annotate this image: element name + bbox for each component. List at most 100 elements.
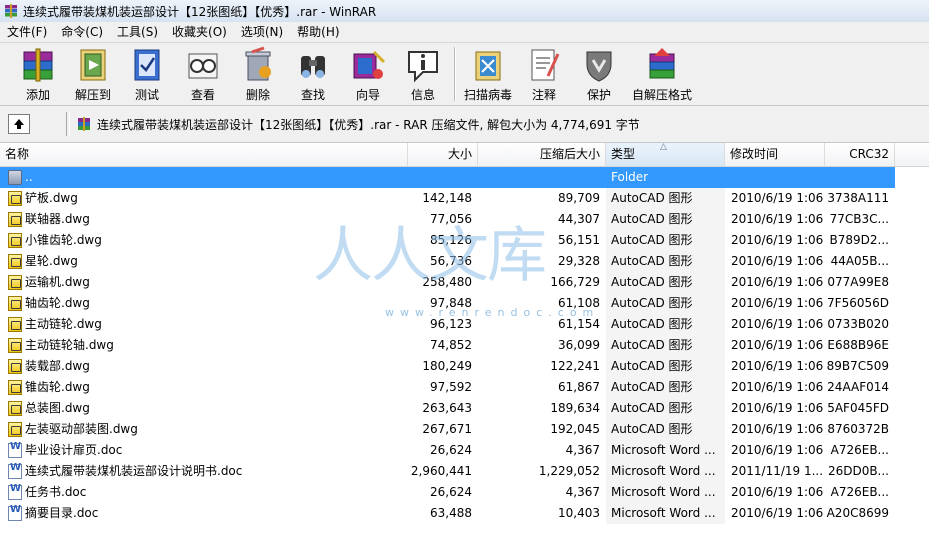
file-modified: 2010/6/19 1:06 bbox=[731, 485, 823, 499]
file-size: 142,148 bbox=[422, 191, 472, 205]
file-crc: 89B7C509 bbox=[826, 359, 889, 373]
menu-favorites[interactable]: 收藏夹(O) bbox=[165, 22, 234, 42]
file-name: 锥齿轮.dwg bbox=[25, 380, 90, 394]
file-type: AutoCAD 图形 bbox=[611, 296, 693, 310]
file-row[interactable]: 左装驱动部装图.dwg 267,671 192,045 AutoCAD 图形 2010/… bbox=[0, 419, 895, 440]
file-type: Folder bbox=[611, 170, 649, 184]
dwg-file-icon bbox=[8, 233, 22, 248]
column-header-size[interactable]: 大小 bbox=[408, 143, 478, 166]
word-doc-icon bbox=[8, 462, 22, 479]
add-button[interactable]: 添加 bbox=[12, 45, 64, 103]
file-row[interactable]: 连续式履带装煤机装运部设计说明书.doc 2,960,441 1,229,052 Mi… bbox=[0, 461, 895, 482]
file-size: 180,249 bbox=[422, 359, 472, 373]
wizard-icon bbox=[348, 46, 388, 84]
delete-button[interactable]: 删除 bbox=[232, 45, 284, 103]
file-size: 26,624 bbox=[430, 443, 472, 457]
sfx-icon bbox=[642, 46, 682, 84]
file-crc: 0733B020 bbox=[827, 317, 889, 331]
file-crc: 44A05B... bbox=[830, 254, 889, 268]
menu-file[interactable]: 文件(F) bbox=[0, 22, 54, 42]
virus-scan-button[interactable]: 扫描病毒 bbox=[462, 45, 514, 103]
menu-help[interactable]: 帮助(H) bbox=[290, 22, 346, 42]
test-button[interactable]: 测试 bbox=[121, 45, 173, 103]
up-folder-button[interactable] bbox=[8, 114, 30, 134]
protect-button[interactable]: 保护 bbox=[573, 45, 625, 103]
file-modified: 2010/6/19 1:06 bbox=[731, 212, 823, 226]
dwg-file-icon bbox=[8, 380, 22, 395]
file-crc: A726EB... bbox=[830, 485, 889, 499]
virus-scan-label: 扫描病毒 bbox=[463, 88, 512, 102]
file-type: AutoCAD 图形 bbox=[611, 317, 693, 331]
file-packed-size: 189,634 bbox=[550, 401, 600, 415]
file-row[interactable]: 毕业设计扉页.doc 26,624 4,367 Microsoft Word ... 2… bbox=[0, 440, 895, 461]
column-header-name[interactable]: 名称 bbox=[0, 143, 408, 166]
extract-to-button[interactable]: 解压到 bbox=[67, 45, 119, 103]
file-row[interactable]: 铲板.dwg 142,148 89,709 AutoCAD 图形 2010/6/19 1… bbox=[0, 188, 895, 209]
file-name: 摘要目录.doc bbox=[25, 506, 99, 520]
parent-folder-icon bbox=[8, 170, 22, 185]
delete-label: 删除 bbox=[245, 88, 270, 102]
file-name: 主动链轮轴.dwg bbox=[25, 338, 114, 352]
file-modified: 2010/6/19 1:06 bbox=[731, 506, 823, 520]
comment-button[interactable]: 注释 bbox=[518, 45, 570, 103]
file-type: Microsoft Word ... bbox=[611, 464, 716, 478]
dwg-file-icon bbox=[8, 422, 22, 437]
column-header-packed[interactable]: 压缩后大小 bbox=[478, 143, 606, 166]
winrar-app-icon bbox=[3, 3, 19, 19]
sort-ascending-icon: △ bbox=[660, 142, 667, 152]
file-modified: 2010/6/19 1:06 bbox=[731, 338, 823, 352]
file-size: 2,960,441 bbox=[410, 464, 472, 478]
menu-tools[interactable]: 工具(S) bbox=[110, 22, 165, 42]
file-crc: 8760372B bbox=[827, 422, 889, 436]
file-name: 总装图.dwg bbox=[25, 401, 90, 415]
file-type: AutoCAD 图形 bbox=[611, 401, 693, 415]
file-row[interactable]: 装载部.dwg 180,249 122,241 AutoCAD 图形 2010/6/19… bbox=[0, 356, 895, 377]
file-modified: 2010/6/19 1:06 bbox=[731, 296, 823, 310]
file-type: AutoCAD 图形 bbox=[611, 422, 693, 436]
file-crc: B789D2... bbox=[829, 233, 889, 247]
file-type: AutoCAD 图形 bbox=[611, 380, 693, 394]
file-crc: 77CB3C... bbox=[829, 212, 889, 226]
wizard-label: 向导 bbox=[355, 88, 380, 102]
info-button[interactable]: 信息 bbox=[397, 45, 449, 103]
file-row[interactable]: 锥齿轮.dwg 97,592 61,867 AutoCAD 图形 2010/6/19 1… bbox=[0, 377, 895, 398]
file-row[interactable]: .. Folder bbox=[0, 167, 895, 188]
file-type: Microsoft Word ... bbox=[611, 485, 716, 499]
column-header-crc[interactable]: CRC32 bbox=[825, 143, 895, 166]
file-row[interactable]: 任务书.doc 26,624 4,367 Microsoft Word ... 2010… bbox=[0, 482, 895, 503]
protect-icon bbox=[579, 46, 619, 84]
file-type: AutoCAD 图形 bbox=[611, 212, 693, 226]
file-size: 267,671 bbox=[422, 422, 472, 436]
title-bar: 连续式履带装煤机装运部设计【12张图纸】【优秀】.rar - WinRAR bbox=[0, 0, 929, 23]
file-size: 26,624 bbox=[430, 485, 472, 499]
file-row[interactable]: 摘要目录.doc 63,488 10,403 Microsoft Word ... 20… bbox=[0, 503, 895, 524]
menu-options[interactable]: 选项(N) bbox=[234, 22, 290, 42]
file-packed-size: 1,229,052 bbox=[538, 464, 600, 478]
view-button[interactable]: 查看 bbox=[177, 45, 229, 103]
column-header-modified[interactable]: 修改时间 bbox=[725, 143, 825, 166]
sfx-button[interactable]: 自解压格式 bbox=[632, 45, 692, 103]
file-row[interactable]: 主动链轮轴.dwg 74,852 36,099 AutoCAD 图形 2010/6/19… bbox=[0, 335, 895, 356]
file-packed-size: 4,367 bbox=[565, 443, 600, 457]
find-button[interactable]: 查找 bbox=[287, 45, 339, 103]
wizard-button[interactable]: 向导 bbox=[342, 45, 394, 103]
address-divider bbox=[66, 112, 70, 136]
file-row[interactable]: 总装图.dwg 263,643 189,634 AutoCAD 图形 2010/6/19… bbox=[0, 398, 895, 419]
info-label: 信息 bbox=[410, 88, 435, 102]
file-type: Microsoft Word ... bbox=[611, 506, 716, 520]
file-type: AutoCAD 图形 bbox=[611, 359, 693, 373]
test-icon bbox=[127, 46, 167, 84]
menu-bar: 文件(F) 命令(C) 工具(S) 收藏夹(O) 选项(N) 帮助(H) bbox=[0, 22, 929, 43]
file-type: AutoCAD 图形 bbox=[611, 338, 693, 352]
file-packed-size: 122,241 bbox=[550, 359, 600, 373]
view-label: 查看 bbox=[190, 88, 215, 102]
toolbar: 添加 解压到 测试 查看 删除 查找 向导 信息 扫描病毒 注释 保护 自解压格… bbox=[0, 43, 929, 106]
menu-commands[interactable]: 命令(C) bbox=[54, 22, 110, 42]
view-icon bbox=[183, 46, 223, 84]
file-modified: 2010/6/19 1:06 bbox=[731, 191, 823, 205]
word-doc-icon bbox=[8, 441, 22, 458]
extract-to-icon bbox=[73, 46, 113, 84]
comment-icon bbox=[524, 46, 564, 84]
info-icon bbox=[403, 46, 443, 84]
file-modified bbox=[731, 167, 823, 188]
